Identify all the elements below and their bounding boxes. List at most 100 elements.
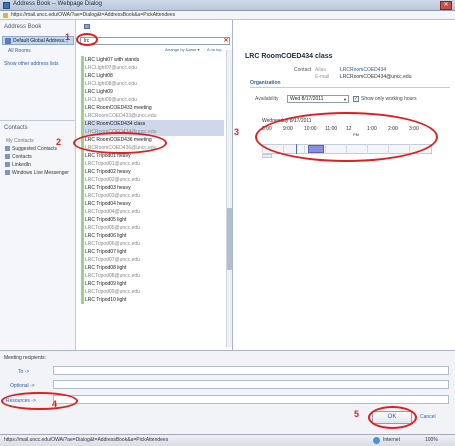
title-bar: Address Book -- Webpage Dialog ✕: [0, 0, 455, 11]
availability-indicator: [81, 224, 84, 232]
check-icon: ✓: [354, 96, 359, 102]
result-email[interactable]: LRCTripod02@uncc.edu: [81, 176, 224, 184]
availability-label: Availability: [255, 96, 279, 102]
availability-indicator: [81, 272, 84, 280]
result-name[interactable]: LRC Tripod02 heavy: [81, 168, 224, 176]
result-name[interactable]: LRC RoomCOED434 class: [81, 120, 224, 128]
email-value: LRCRoomCOED434@uncc.edu: [340, 74, 412, 80]
annotation-circle: [1, 392, 78, 410]
all-rooms-link[interactable]: All Rooms: [8, 48, 31, 54]
availability-indicator: [81, 88, 84, 96]
result-email[interactable]: LRCTripod03@uncc.edu: [81, 192, 224, 200]
section-divider: [250, 87, 450, 88]
address-card-icon[interactable]: [84, 24, 90, 29]
resources-field[interactable]: [53, 395, 449, 404]
availability-indicator: [81, 240, 84, 248]
clear-search-icon[interactable]: ✕: [222, 37, 230, 45]
status-url: https://mail.uncc.edu/OWA/?ae=Dialog&t=A…: [4, 437, 169, 443]
result-email[interactable]: LRCTripod05@uncc.edu: [81, 224, 224, 232]
meeting-recipients-label: Meeting recipients:: [4, 355, 46, 361]
availability-indicator: [81, 232, 84, 240]
to-button[interactable]: To ->: [18, 369, 29, 375]
result-email[interactable]: LRCTripod01@uncc.edu: [81, 160, 224, 168]
availability-indicator: [81, 264, 84, 272]
folder-icon: [5, 170, 10, 175]
result-email[interactable]: LRCTripod07@uncc.edu: [81, 256, 224, 264]
annotation-number: 1: [65, 32, 71, 42]
contact-folder[interactable]: Windows Live Messenger: [5, 170, 69, 176]
show-other-lists-link[interactable]: Show other address lists: [4, 61, 58, 67]
availability-indicator: [81, 280, 84, 288]
annotation-circle: [73, 132, 167, 154]
optional-button[interactable]: Optional ->: [10, 383, 35, 389]
lock-icon: [3, 13, 8, 18]
availability-indicator: [81, 176, 84, 184]
result-email[interactable]: LRCLight07@uncc.edu: [81, 64, 224, 72]
availability-indicator: [81, 120, 84, 128]
result-name[interactable]: LRC Light09: [81, 88, 224, 96]
annotation-number: 4: [52, 399, 58, 409]
result-email[interactable]: LRCRoomCOED433@uncc.edu: [81, 112, 224, 120]
availability-indicator: [81, 152, 84, 160]
results-scrollbar[interactable]: [226, 50, 232, 347]
result-name[interactable]: LRC Tripod06 light: [81, 232, 224, 240]
contact-folder[interactable]: Contacts: [5, 154, 32, 160]
contacts-heading: Contacts: [4, 125, 28, 131]
result-name[interactable]: LRC Tripod08 light: [81, 264, 224, 272]
zoom-level[interactable]: 100%: [425, 437, 438, 443]
alias-value[interactable]: LRCRoomCOED434: [340, 67, 386, 73]
availability-indicator: [81, 216, 84, 224]
working-hours-checkbox[interactable]: ✓: [353, 96, 359, 102]
result-name[interactable]: LRC Tripod10 light: [81, 296, 224, 304]
folder-icon: [5, 146, 10, 151]
result-name[interactable]: LRC RoomCOED433 meeting: [81, 104, 224, 112]
availability-indicator: [81, 288, 84, 296]
email-label: E-mail: [315, 74, 330, 80]
availability-indicator: [81, 200, 84, 208]
my-contacts-node[interactable]: My Contacts: [6, 138, 34, 144]
globe-icon: [373, 437, 380, 444]
scrollbar-thumb[interactable]: [227, 208, 232, 270]
selected-address-book-label: Default Global Address...: [13, 38, 69, 44]
address-book-icon: [5, 38, 11, 44]
availability-indicator: [81, 160, 84, 168]
availability-indicator: [81, 192, 84, 200]
close-button[interactable]: ✕: [440, 1, 452, 10]
annotation-number: 3: [234, 127, 240, 137]
result-name[interactable]: LRC Light07 with stands: [81, 56, 224, 64]
annotation-number: 2: [56, 137, 62, 147]
annotation-circle: [76, 33, 98, 46]
result-name[interactable]: LRC Tripod05 light: [81, 216, 224, 224]
result-email[interactable]: LRCTripod09@uncc.edu: [81, 288, 224, 296]
annotation-circle: [368, 406, 417, 429]
result-email[interactable]: LRCTripod04@uncc.edu: [81, 208, 224, 216]
availability-indicator: [81, 64, 84, 72]
app-icon: [3, 2, 10, 9]
selected-address-book[interactable]: Default Global Address...: [2, 36, 74, 45]
contact-folder[interactable]: Suggested Contacts: [5, 146, 57, 152]
contact-folder[interactable]: LinkedIn: [5, 162, 31, 168]
result-name[interactable]: LRC Light08: [81, 72, 224, 80]
result-email[interactable]: LRCLight08@uncc.edu: [81, 80, 224, 88]
window-title: Address Book -- Webpage Dialog: [13, 1, 102, 7]
result-name[interactable]: LRC Tripod04 heavy: [81, 200, 224, 208]
result-email[interactable]: LRCLight09@uncc.edu: [81, 96, 224, 104]
arrange-by-menu[interactable]: Arrange by Name ▾: [165, 47, 199, 52]
availability-indicator: [81, 256, 84, 264]
optional-field[interactable]: [53, 380, 449, 389]
to-field[interactable]: [53, 366, 449, 375]
availability-indicator: [81, 56, 84, 64]
availability-indicator: [81, 296, 84, 304]
cancel-button[interactable]: Cancel: [420, 414, 436, 420]
result-email[interactable]: LRCTripod06@uncc.edu: [81, 240, 224, 248]
result-name[interactable]: LRC Tripod03 heavy: [81, 184, 224, 192]
sort-order-toggle[interactable]: A on top: [207, 47, 222, 52]
availability-indicator: [81, 112, 84, 120]
organization-tab[interactable]: Organization: [250, 80, 281, 86]
timeline-scrollbar[interactable]: [262, 154, 272, 158]
availability-date-select[interactable]: Wed 8/17/2011 ▼: [287, 95, 349, 103]
result-name[interactable]: LRC Tripod09 light: [81, 280, 224, 288]
result-email[interactable]: LRCTripod08@uncc.edu: [81, 272, 224, 280]
result-name[interactable]: LRC Tripod07 light: [81, 248, 224, 256]
search-input[interactable]: lrc: [80, 37, 230, 45]
